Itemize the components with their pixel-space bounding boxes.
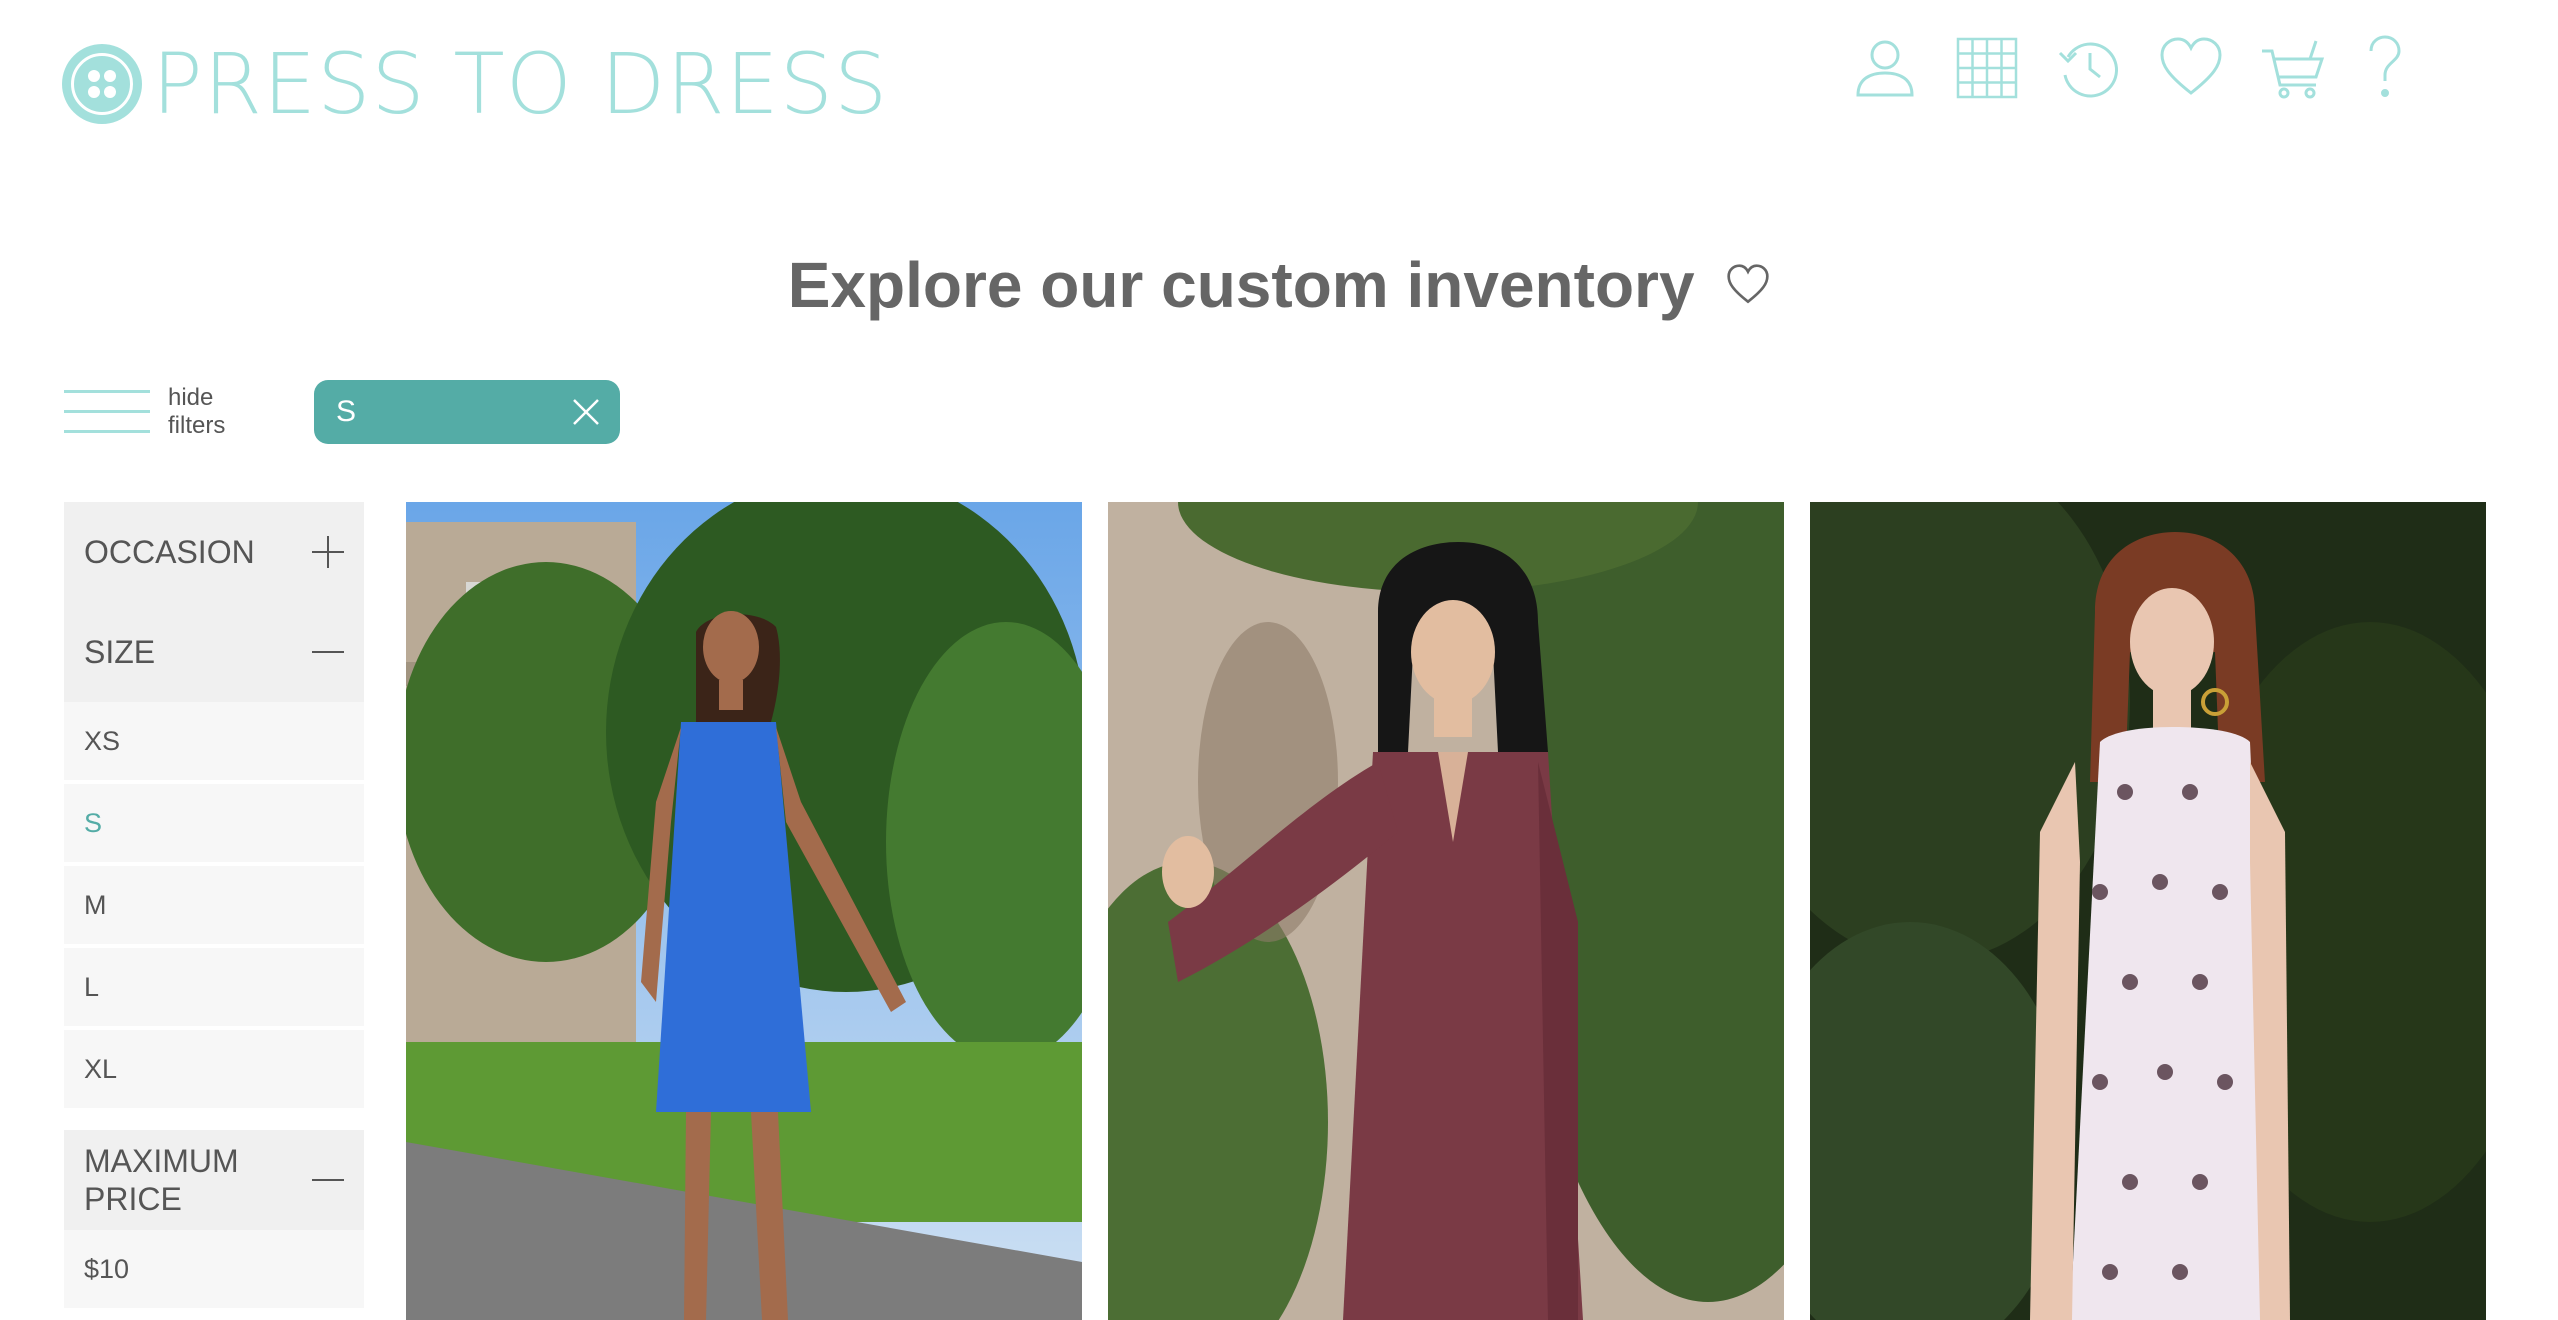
product-image	[1810, 502, 2486, 1320]
active-filter-label: S	[336, 395, 357, 428]
product-card-white-dress[interactable]	[1810, 502, 2486, 1320]
cart-icon[interactable]	[2258, 32, 2328, 104]
filter-section-occasion[interactable]: OCCASION	[64, 502, 364, 602]
price-option-10[interactable]: $10	[64, 1230, 364, 1308]
header: PRESS TO DRESS	[0, 0, 2558, 170]
product-image	[406, 502, 1082, 1320]
close-icon[interactable]	[572, 398, 600, 426]
heart-icon	[1726, 248, 1770, 322]
plus-icon	[312, 536, 344, 568]
active-filter-chip[interactable]: S	[314, 380, 620, 444]
help-icon[interactable]	[2360, 32, 2410, 104]
minus-icon	[312, 1164, 344, 1196]
hide-filters-label: hide filters	[168, 384, 226, 439]
brand-logo[interactable]: PRESS TO DRESS	[62, 42, 888, 126]
page-title: Explore our custom inventory	[0, 248, 2558, 322]
grid-icon[interactable]	[1952, 32, 2022, 104]
filter-section-label: MAXIMUM PRICE	[84, 1143, 239, 1217]
size-option-l[interactable]: L	[64, 948, 364, 1026]
size-option-m[interactable]: M	[64, 866, 364, 944]
heart-icon[interactable]	[2156, 32, 2226, 104]
header-nav	[1850, 32, 2442, 104]
history-icon[interactable]	[2054, 32, 2124, 104]
brand-name: PRESS TO DRESS	[152, 35, 889, 133]
button-logo-icon	[62, 44, 142, 124]
size-option-xl[interactable]: XL	[64, 1030, 364, 1108]
filter-section-label: OCCASION	[84, 533, 255, 570]
minus-icon	[312, 636, 344, 668]
filter-section-max-price[interactable]: MAXIMUM PRICE	[64, 1130, 364, 1230]
page-title-text: Explore our custom inventory	[787, 249, 1695, 321]
menu-lines-icon	[64, 386, 150, 438]
filter-section-size[interactable]: SIZE	[64, 602, 364, 702]
size-option-xs[interactable]: XS	[64, 702, 364, 780]
filter-sidebar: OCCASION SIZE XS S M L XL MAXIMUM PRICE …	[64, 502, 364, 1312]
product-card-lace-dress[interactable]	[1108, 502, 1784, 1320]
size-option-s[interactable]: S	[64, 784, 364, 862]
hide-filters-toggle[interactable]: hide filters	[64, 384, 225, 440]
filter-section-label: SIZE	[84, 633, 156, 670]
product-card-blue-dress[interactable]	[406, 502, 1082, 1320]
product-image	[1108, 502, 1784, 1320]
user-icon[interactable]	[1850, 32, 1920, 104]
